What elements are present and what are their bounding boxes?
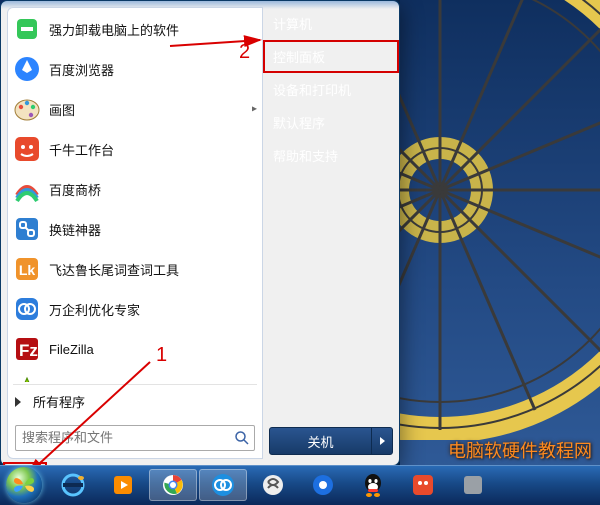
- annotation-number-1: 1: [156, 344, 167, 367]
- qianniu-icon: [13, 135, 41, 163]
- taskbar-item-ie[interactable]: [49, 469, 97, 501]
- app-item-label: 飞达鲁长尾词查词工具: [49, 260, 179, 279]
- search-input[interactable]: [16, 430, 230, 445]
- app-item-label: 百度商桥: [49, 180, 101, 199]
- wanqili-icon: [13, 295, 41, 323]
- app-item-baidu-browser[interactable]: 百度浏览器: [7, 49, 263, 89]
- app-item-feidalu[interactable]: Lk 飞达鲁长尾词查词工具: [7, 249, 263, 289]
- taskbar-item-cloud[interactable]: [199, 469, 247, 501]
- taskbar: [0, 465, 600, 505]
- app-item-baidu-shangqiao[interactable]: 百度商桥: [7, 169, 263, 209]
- annotation-number-2: 2: [239, 41, 250, 64]
- search-icon: [230, 426, 254, 450]
- app-item-label: 画图: [49, 100, 75, 119]
- divider: [13, 384, 257, 385]
- app-item-filezilla[interactable]: Fz FileZilla: [7, 329, 263, 369]
- all-programs-label: 所有程序: [33, 392, 85, 411]
- taskbar-item-wmp[interactable]: [99, 469, 147, 501]
- right-item-devices-printers[interactable]: 设备和打印机: [263, 73, 399, 106]
- app-item-paint[interactable]: 画图 ▸: [7, 89, 263, 129]
- start-menu: 强力卸载电脑上的软件 百度浏览器 画图: [0, 0, 400, 466]
- baidu-browser-icon: [13, 55, 41, 83]
- shutdown-button[interactable]: 关机: [269, 427, 393, 455]
- app-item-label: 万企利优化专家: [49, 300, 140, 319]
- right-item-label: 控制面板: [273, 50, 325, 65]
- taskbar-item-chrome[interactable]: [149, 469, 197, 501]
- submenu-arrow-icon: ▸: [252, 104, 257, 115]
- uninstaller-icon: [13, 15, 41, 43]
- right-item-default-programs[interactable]: 默认程序: [263, 106, 399, 139]
- right-item-control-panel[interactable]: 控制面板: [263, 40, 399, 73]
- pinned-apps-list: 强力卸载电脑上的软件 百度浏览器 画图: [7, 7, 263, 382]
- shutdown-label: 关机: [270, 432, 371, 451]
- taskbar-item-sogou[interactable]: [249, 469, 297, 501]
- app-item-huanlian[interactable]: 换链神器: [7, 209, 263, 249]
- desktop-wallpaper: [400, 0, 600, 470]
- start-orb[interactable]: [6, 467, 42, 503]
- app-item-uninstaller[interactable]: 强力卸载电脑上的软件: [7, 9, 263, 49]
- watermark-text: 电脑软硬件教程网: [448, 437, 592, 463]
- taskbar-item-qq[interactable]: [349, 469, 397, 501]
- svg-text:Fz: Fz: [19, 341, 38, 360]
- right-item-computer[interactable]: 计算机: [263, 7, 399, 40]
- right-item-label: 默认程序: [273, 116, 325, 131]
- start-menu-left-pane: 强力卸载电脑上的软件 百度浏览器 画图: [7, 7, 263, 459]
- right-item-label: 设备和打印机: [273, 83, 351, 98]
- feidalu-icon: Lk: [13, 255, 41, 283]
- right-item-help-support[interactable]: 帮助和支持: [263, 139, 399, 172]
- app-item-flashfxp[interactable]: FlashFXP 5 ▸: [7, 369, 263, 382]
- paint-icon: [13, 95, 41, 123]
- huanlian-icon: [13, 215, 41, 243]
- right-item-label: 计算机: [273, 17, 312, 32]
- filezilla-icon: Fz: [13, 335, 41, 363]
- search-box[interactable]: [15, 425, 255, 451]
- flashfxp-icon: [13, 375, 41, 382]
- all-programs-button[interactable]: 所有程序: [7, 387, 263, 417]
- app-item-label: 千牛工作台: [49, 140, 114, 159]
- baidu-shangqiao-icon: [13, 175, 41, 203]
- app-item-qianniu[interactable]: 千牛工作台: [7, 129, 263, 169]
- taskbar-item-qianniu[interactable]: [399, 469, 447, 501]
- shutdown-options-button[interactable]: [371, 428, 392, 454]
- app-item-wanqili[interactable]: 万企利优化专家: [7, 289, 263, 329]
- app-item-label: FileZilla: [49, 342, 94, 357]
- start-menu-right-pane: 计算机 控制面板 设备和打印机 默认程序 帮助和支持 关机: [263, 1, 399, 465]
- right-item-label: 帮助和支持: [273, 149, 338, 164]
- taskbar-item-app[interactable]: [449, 469, 497, 501]
- app-item-label: 换链神器: [49, 220, 101, 239]
- all-programs-arrow-icon: [15, 397, 21, 407]
- app-item-label: 强力卸载电脑上的软件: [49, 20, 179, 39]
- chevron-right-icon: [380, 437, 385, 445]
- svg-text:Lk: Lk: [19, 262, 36, 278]
- app-item-label: 百度浏览器: [49, 60, 114, 79]
- taskbar-item-generic-blue[interactable]: [299, 469, 347, 501]
